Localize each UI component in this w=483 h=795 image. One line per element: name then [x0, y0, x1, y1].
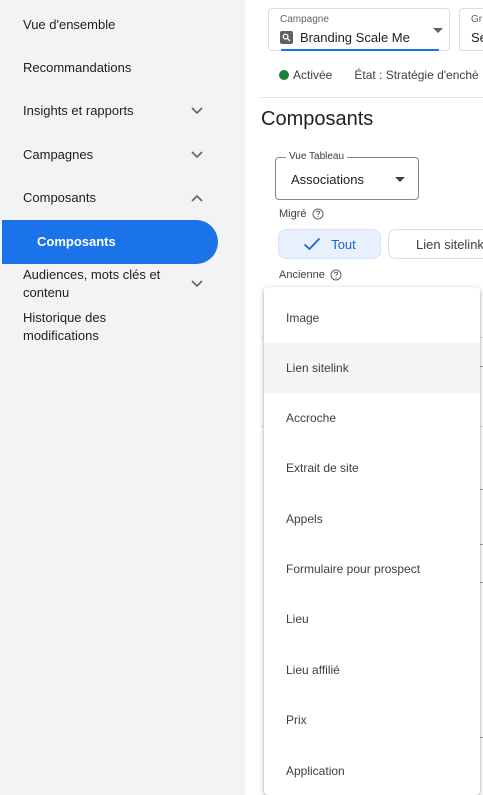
ad-group-select[interactable]: Gr Se — [459, 8, 483, 51]
sidebar: Vue d'ensemble Recommandations Insights … — [0, 0, 245, 795]
campaign-select-underline — [281, 49, 439, 51]
sidebar-item-label: Composants — [23, 190, 96, 205]
sidebar-item-campaigns[interactable]: Campagnes — [0, 146, 245, 164]
sidebar-subitem-assets[interactable]: Composants — [2, 220, 218, 264]
legacy-label: Ancienne — [279, 269, 325, 281]
help-icon[interactable] — [330, 269, 342, 281]
menu-item-label: Lien sitelink — [286, 361, 349, 375]
menu-item-callout[interactable]: Accroche — [264, 393, 480, 443]
filter-all-label: Tout — [331, 236, 356, 252]
menu-item-label: Appels — [286, 512, 323, 526]
legacy-label-row: Ancienne — [279, 269, 342, 281]
table-view-value: Associations — [291, 172, 364, 187]
sidebar-item-label: Vue d'ensemble — [23, 17, 116, 32]
menu-item-app[interactable]: Application — [264, 746, 480, 795]
menu-item-label: Image — [286, 311, 320, 325]
migrated-label: Migré — [279, 208, 307, 220]
sidebar-item-overview[interactable]: Vue d'ensemble — [0, 16, 245, 34]
table-view-label: Vue Tableau — [286, 151, 348, 162]
campaign-select-value: Branding Scale Me — [300, 30, 410, 45]
menu-item-calls[interactable]: Appels — [264, 494, 480, 544]
sidebar-item-audiences[interactable]: Audiences, mots clés et contenu — [0, 266, 245, 302]
campaign-status-row: Activée État : Stratégie d'enchè — [279, 68, 479, 82]
menu-item-label: Accroche — [286, 411, 337, 425]
menu-item-image[interactable]: Image — [264, 293, 480, 343]
chevron-up-icon — [189, 190, 205, 206]
help-icon[interactable] — [312, 208, 324, 220]
menu-item-label: Application — [286, 764, 345, 778]
campaign-select[interactable]: Campagne Branding Scale Me — [268, 8, 450, 51]
sidebar-item-insights[interactable]: Insights et rapports — [0, 102, 245, 120]
campaign-select-label: Campagne — [280, 14, 329, 25]
chevron-down-icon — [189, 276, 205, 292]
dropdown-arrow-icon — [433, 28, 443, 33]
table-view-select[interactable]: Vue Tableau Associations — [275, 151, 419, 200]
chevron-down-icon — [189, 147, 205, 163]
dropdown-arrow-icon — [395, 177, 405, 182]
status-text: Activée — [293, 68, 333, 82]
check-icon — [304, 237, 321, 251]
menu-item-label: Extrait de site — [286, 461, 359, 475]
menu-item-structured-snippet[interactable]: Extrait de site — [264, 443, 480, 493]
sidebar-item-label: Campagnes — [23, 147, 94, 162]
sidebar-item-label: Historique des modifications — [23, 310, 107, 343]
status-dot-icon — [279, 70, 289, 80]
filter-sitelink-label: Lien sitelink — [416, 236, 483, 252]
asset-type-menu: Image Lien sitelink Accroche Extrait de … — [264, 287, 480, 795]
ad-group-select-value: Se — [471, 30, 483, 45]
sidebar-item-label: Audiences, mots clés et contenu — [23, 267, 161, 300]
menu-item-price[interactable]: Prix — [264, 695, 480, 745]
menu-item-label: Lieu affilié — [286, 663, 340, 677]
page-title: Composants — [261, 108, 374, 130]
filter-sitelink-button[interactable]: Lien sitelink — [388, 229, 483, 259]
sidebar-item-assets[interactable]: Composants — [0, 189, 245, 207]
campaign-select-value-row: Branding Scale Me — [280, 30, 410, 45]
menu-item-label: Formulaire pour prospect — [286, 562, 421, 576]
chevron-down-icon — [189, 103, 205, 119]
menu-item-location[interactable]: Lieu — [264, 594, 480, 644]
sidebar-item-label: Recommandations — [23, 60, 132, 75]
search-campaign-icon — [280, 31, 293, 44]
menu-item-sitelink[interactable]: Lien sitelink — [264, 343, 480, 393]
menu-item-label: Lieu — [286, 612, 309, 626]
menu-item-label: Prix — [286, 713, 307, 727]
sidebar-item-label: Insights et rapports — [23, 103, 134, 118]
sidebar-item-label: Composants — [37, 234, 116, 249]
ad-group-select-label: Gr — [471, 14, 483, 25]
menu-item-affiliate-location[interactable]: Lieu affilié — [264, 645, 480, 695]
sidebar-item-change-history[interactable]: Historique des modifications — [0, 309, 245, 345]
sidebar-item-recommendations[interactable]: Recommandations — [0, 59, 245, 77]
menu-item-lead-form[interactable]: Formulaire pour prospect — [264, 544, 480, 594]
campaign-picker-row: Campagne Branding Scale Me Gr Se — [268, 8, 483, 51]
header-divider — [261, 97, 483, 98]
bid-strategy-state: État : Stratégie d'enchè — [354, 68, 479, 82]
migrated-label-row: Migré — [279, 208, 324, 220]
filter-all-button[interactable]: Tout — [278, 229, 381, 259]
